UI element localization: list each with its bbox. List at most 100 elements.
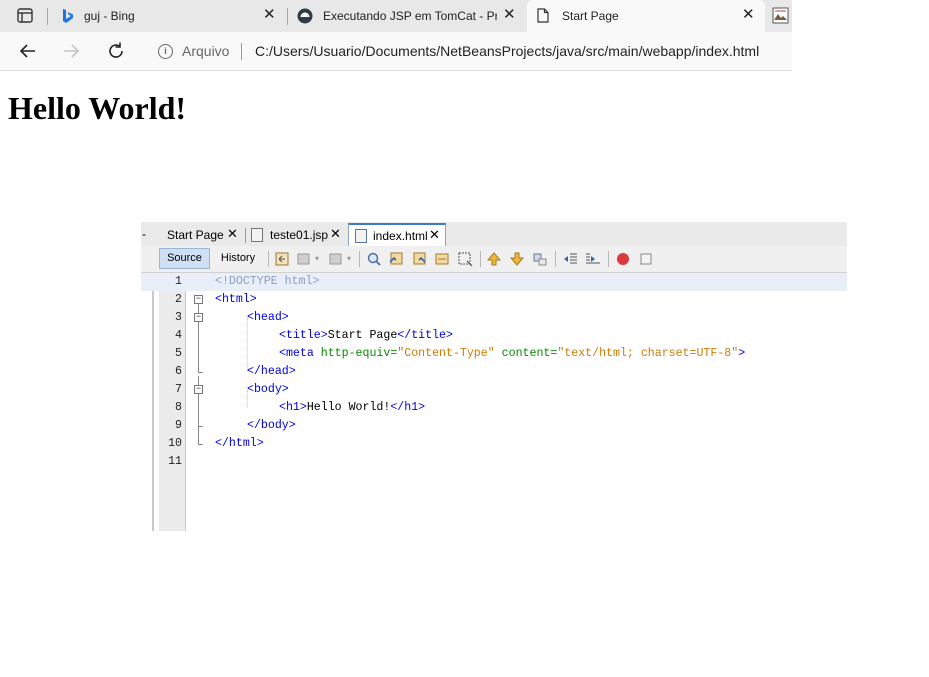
bing-icon xyxy=(63,9,73,23)
last-edit-icon[interactable] xyxy=(274,251,290,267)
fold-end-mark xyxy=(198,372,203,373)
close-tab-icon[interactable]: ✕ xyxy=(263,7,276,23)
line-number: 2 xyxy=(175,293,182,306)
source-button[interactable]: Source xyxy=(159,248,210,269)
code-text: <head> xyxy=(247,309,289,327)
attribute-token: http-equiv= xyxy=(320,347,398,360)
doctype-token: <!DOCTYPE html> xyxy=(215,275,320,288)
browser-toolbar: i Arquivo C:/Users/Usuario/Documents/Net… xyxy=(0,32,792,71)
ide-tab-label: Start Page xyxy=(167,228,224,242)
ide-editor-toolbar: Source History ▾ ▾ xyxy=(141,246,847,273)
value-token: "Content-Type" xyxy=(397,347,495,360)
back-history-icon[interactable] xyxy=(296,251,312,267)
toggle-highlight-icon[interactable] xyxy=(434,251,450,267)
code-editor[interactable]: 1 <!DOCTYPE html> 2 − <html> 3 − <head> … xyxy=(141,273,847,531)
tag-token: <title> xyxy=(279,329,328,342)
code-line: 5 <meta http-equiv="Content-Type" conten… xyxy=(141,345,847,363)
html-file-icon xyxy=(355,229,367,243)
value-token: "text/html; charset=UTF-8" xyxy=(557,347,739,360)
browser-tab-title: Start Page xyxy=(562,9,619,23)
code-line: 1 <!DOCTYPE html> xyxy=(141,273,847,291)
tab-separator xyxy=(47,8,48,25)
toolbar-separator xyxy=(555,251,556,267)
ide-tab-label: index.html xyxy=(373,229,428,243)
browser-tab-title: Executando JSP em TomCat - Pro xyxy=(323,9,497,23)
address-url[interactable]: C:/Users/Usuario/Documents/NetBeansProje… xyxy=(255,43,759,59)
code-line: 3 − <head> xyxy=(141,309,847,327)
line-number: 10 xyxy=(168,437,182,450)
toolbar-separator xyxy=(359,251,360,267)
code-text: <!DOCTYPE html> xyxy=(215,273,319,291)
jsp-file-icon xyxy=(251,228,263,242)
line-number: 3 xyxy=(175,311,182,324)
code-text: </body> xyxy=(247,417,296,435)
toolbar-separator xyxy=(480,251,481,267)
fold-collapse-icon[interactable]: − xyxy=(194,313,203,322)
tab-actions-button[interactable] xyxy=(8,6,42,26)
code-text: <h1>Hello World!</h1> xyxy=(279,399,425,417)
tab-bar-fragment: - xyxy=(142,227,146,241)
close-tab-icon[interactable]: ✕ xyxy=(429,227,440,243)
line-number: 5 xyxy=(175,347,182,360)
address-bar[interactable]: i Arquivo C:/Users/Usuario/Documents/Net… xyxy=(145,36,792,66)
tag-token: </html> xyxy=(215,437,264,450)
ide-tab-index-html[interactable]: index.html ✕ xyxy=(348,223,446,247)
ide-tab-label: teste01.jsp xyxy=(270,228,329,242)
find-previous-icon[interactable] xyxy=(388,251,404,267)
code-text: <title>Start Page</title> xyxy=(279,327,453,345)
fold-end-mark xyxy=(198,444,203,445)
code-line: 11 xyxy=(141,453,847,471)
find-next-icon[interactable] xyxy=(411,251,427,267)
back-button[interactable] xyxy=(17,40,39,62)
browser-tab-title: guj - Bing xyxy=(84,9,135,23)
info-icon[interactable]: i xyxy=(158,44,173,59)
forward-history-icon[interactable] xyxy=(328,251,344,267)
forward-button[interactable] xyxy=(60,40,82,62)
dropdown-arrow-icon[interactable]: ▾ xyxy=(347,254,351,263)
line-number: 6 xyxy=(175,365,182,378)
reload-icon xyxy=(109,42,123,58)
browser-tab-executando-jsp[interactable]: Executando JSP em TomCat - Pro ✕ xyxy=(290,0,524,32)
browser-tab-bing[interactable]: guj - Bing ✕ xyxy=(52,0,284,32)
code-line: 6 </head> xyxy=(141,363,847,381)
page-heading: Hello World! xyxy=(8,90,187,126)
code-text: <body> xyxy=(247,381,289,399)
ide-tab-teste01[interactable]: teste01.jsp ✕ xyxy=(249,224,345,246)
start-macro-recording-icon[interactable] xyxy=(615,251,631,267)
toolbar-separator xyxy=(268,251,269,267)
find-selection-icon[interactable] xyxy=(366,251,382,267)
stop-macro-recording-icon[interactable] xyxy=(638,251,654,267)
fold-collapse-icon[interactable]: − xyxy=(194,295,203,304)
dropdown-arrow-icon[interactable]: ▾ xyxy=(315,254,319,263)
tag-token: <html> xyxy=(215,293,257,306)
line-number: 4 xyxy=(175,329,182,342)
forward-arrow-icon xyxy=(64,44,80,58)
back-arrow-icon xyxy=(19,44,35,58)
tag-token: </title> xyxy=(397,329,453,342)
previous-bookmark-icon[interactable] xyxy=(486,251,502,267)
tag-token: </head> xyxy=(247,365,296,378)
line-number: 9 xyxy=(175,419,182,432)
next-bookmark-icon[interactable] xyxy=(509,251,525,267)
line-number: 8 xyxy=(175,401,182,414)
close-tab-icon[interactable]: ✕ xyxy=(503,7,516,23)
close-tab-icon[interactable]: ✕ xyxy=(227,226,238,242)
fold-collapse-icon[interactable]: − xyxy=(194,385,203,394)
toggle-bookmark-icon[interactable] xyxy=(532,251,548,267)
browser-tab-start-page[interactable]: Start Page ✕ xyxy=(527,0,765,32)
toggle-rect-selection-icon[interactable] xyxy=(457,251,473,267)
code-line: 4 <title>Start Page</title> xyxy=(141,327,847,345)
close-tab-icon[interactable]: ✕ xyxy=(330,226,341,242)
code-line: 9 </body> xyxy=(141,417,847,435)
shift-line-right-icon[interactable] xyxy=(585,251,601,267)
code-text: </html> xyxy=(215,435,264,453)
history-button[interactable]: History xyxy=(213,248,263,269)
reload-button[interactable] xyxy=(105,40,127,62)
tag-token: </body> xyxy=(247,419,296,432)
image-tab-icon[interactable] xyxy=(772,7,789,24)
line-number: 7 xyxy=(175,383,182,396)
close-tab-icon[interactable]: ✕ xyxy=(742,7,755,23)
tag-token: <h1> xyxy=(279,401,307,414)
shift-line-left-icon[interactable] xyxy=(562,251,578,267)
browser-tab-strip: guj - Bing ✕ Executando JSP em TomCat - … xyxy=(0,0,792,32)
